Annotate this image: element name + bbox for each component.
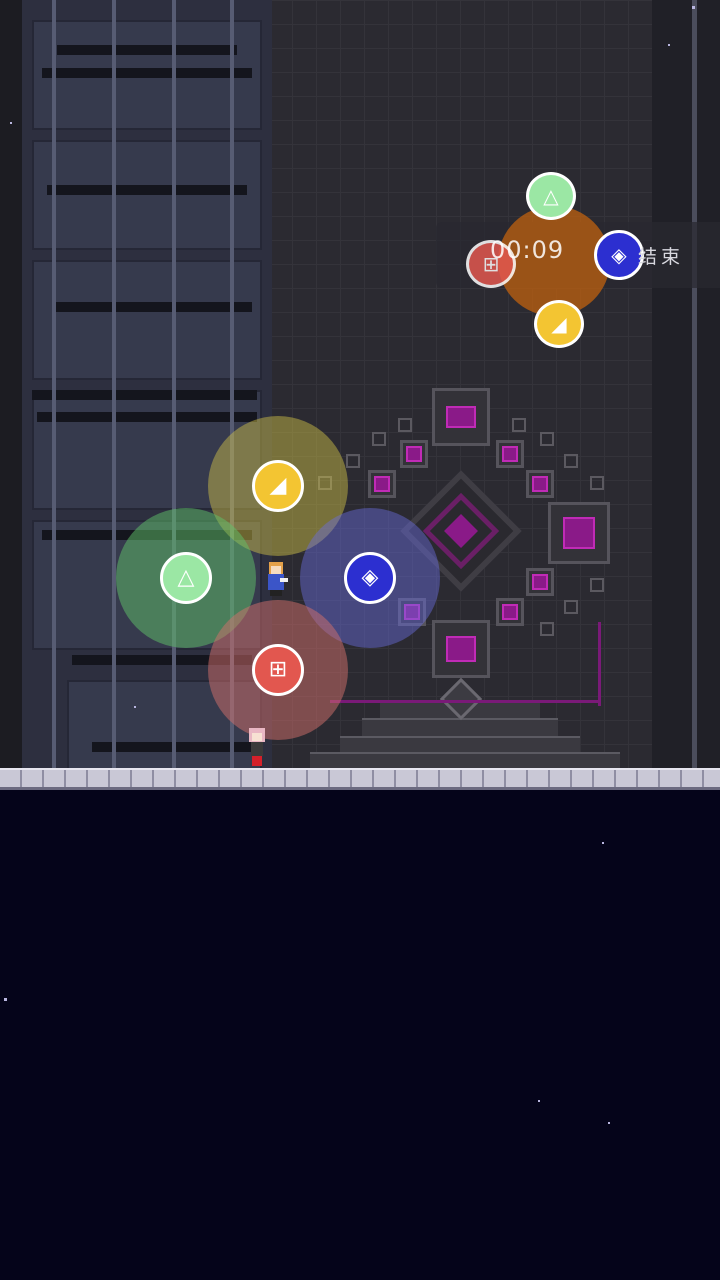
cable (598, 622, 601, 706)
machine-node (526, 568, 554, 596)
tower-slit (57, 45, 237, 55)
machine-bolt (346, 454, 360, 468)
machine-bolt (540, 432, 554, 446)
tower-rail (52, 0, 56, 770)
machine-bolt (590, 476, 604, 490)
slash-icon: ◢ (269, 473, 287, 498)
machine-bolt (540, 622, 554, 636)
target-icon: ⊞ (268, 657, 288, 682)
machine-node (368, 470, 396, 498)
timer-text: 00:09 (490, 236, 565, 264)
tower-slit (42, 68, 252, 78)
diamond-icon: ◈ (611, 243, 627, 267)
machine-block (432, 388, 490, 446)
left-wall (0, 0, 22, 770)
mini-green-button[interactable]: △ (526, 172, 576, 220)
mini-yellow-button[interactable]: ◢ (534, 300, 584, 348)
stone-floor (0, 768, 720, 790)
machine-bolt (398, 418, 412, 432)
tower-slit (52, 302, 252, 312)
triangle-icon: △ (177, 565, 195, 590)
right-wall (652, 0, 720, 770)
game-scene: ◢ △ ◈ ⊞ △ ◢ ⊞ ◈ 00:09 结束 (0, 0, 720, 790)
star (10, 122, 12, 124)
tower-slit (32, 390, 257, 400)
tower-rail (112, 0, 116, 770)
blue-skill-button[interactable]: ◈ (344, 552, 396, 604)
mini-blue-button[interactable]: ◈ (594, 230, 644, 280)
star (602, 842, 604, 844)
machine-bolt (564, 600, 578, 614)
star (668, 44, 670, 46)
machine-bolt (590, 578, 604, 592)
machine-node (526, 470, 554, 498)
machine-block (432, 620, 490, 678)
red-skill-button[interactable]: ⊞ (252, 644, 304, 696)
star (692, 6, 695, 9)
cable (330, 700, 600, 703)
player-character (246, 728, 268, 766)
void-background (0, 790, 720, 1280)
star (134, 706, 136, 708)
diamond-icon: ◈ (361, 565, 379, 590)
tower-panel (32, 140, 262, 250)
end-button[interactable]: 结束 (638, 242, 684, 269)
machine-bolt (564, 454, 578, 468)
star (608, 1122, 610, 1124)
triangle-icon: △ (543, 184, 559, 208)
pedestal-tier (362, 718, 558, 738)
fox-girl-character (264, 562, 288, 596)
star (538, 1100, 540, 1102)
tower-slit (47, 185, 247, 195)
green-skill-button[interactable]: △ (160, 552, 212, 604)
machine-block (548, 502, 610, 564)
machine-bolt (372, 432, 386, 446)
slash-icon: ◢ (551, 312, 567, 336)
machine-node (400, 440, 428, 468)
tower-rail (172, 0, 176, 770)
tower-panel (32, 260, 262, 380)
star (4, 998, 7, 1001)
tower-slit (37, 412, 257, 422)
machine-bolt (512, 418, 526, 432)
yellow-skill-button[interactable]: ◢ (252, 460, 304, 512)
machine-node (496, 598, 524, 626)
machine-node (496, 440, 524, 468)
